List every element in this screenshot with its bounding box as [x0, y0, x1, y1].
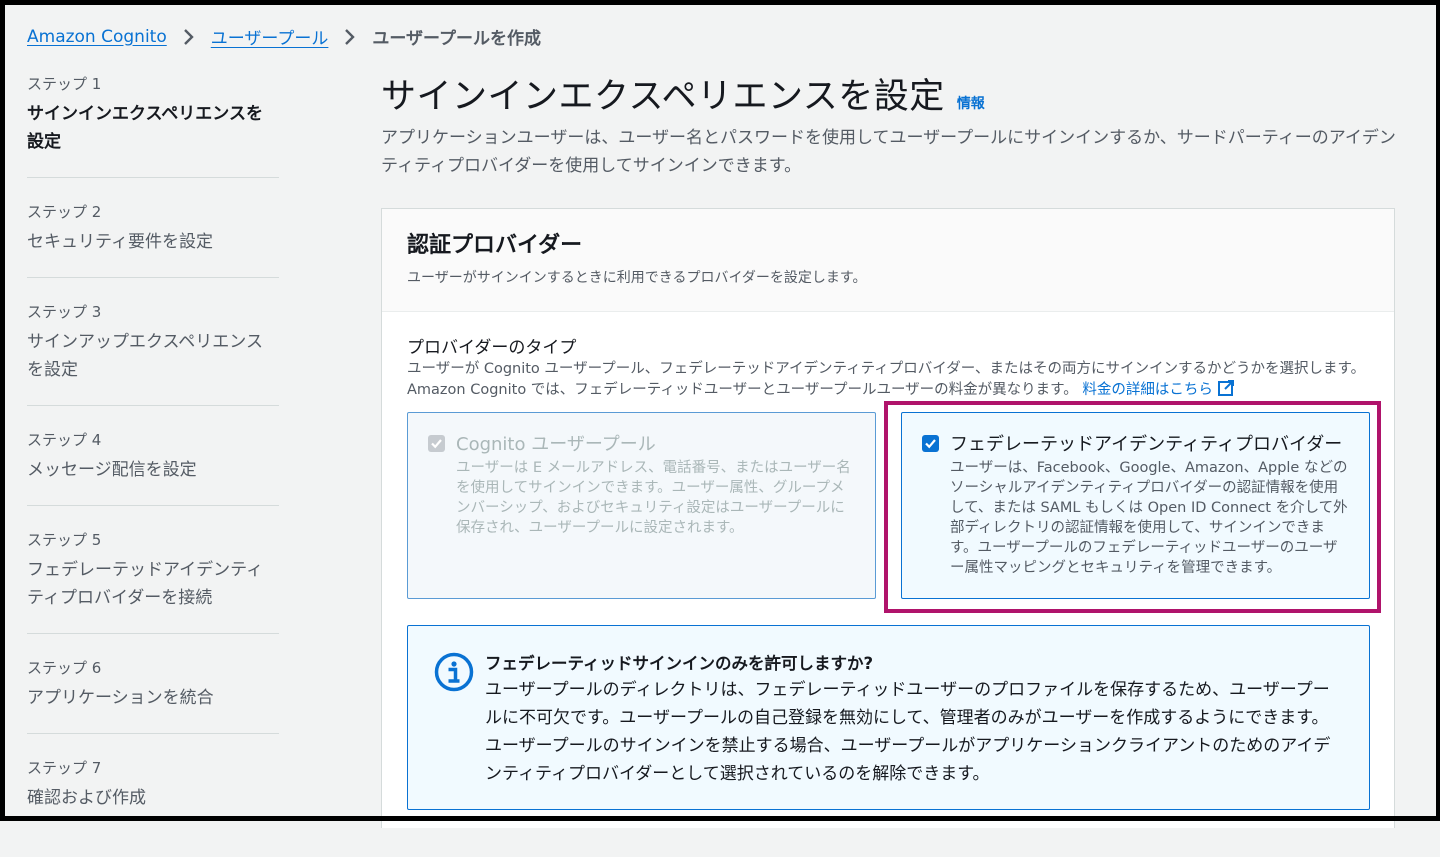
option-title: Cognito ユーザープール	[456, 434, 656, 455]
panel-description: ユーザーがサインインするときに利用できるプロバイダーを設定します。	[407, 270, 867, 286]
provider-type-label: プロバイダーのタイプ	[407, 338, 577, 358]
step-5[interactable]: ステップ 5 フェデレーテッドアイデンティティプロバイダーを接続	[27, 530, 279, 634]
step-number: ステップ 5	[27, 531, 102, 549]
step-number: ステップ 1	[27, 75, 102, 93]
step-6[interactable]: ステップ 6 アプリケーションを統合	[27, 658, 279, 734]
breadcrumb-link-cognito[interactable]: Amazon Cognito	[27, 27, 167, 47]
breadcrumb-current: ユーザープールを作成	[372, 29, 542, 49]
step-number: ステップ 4	[27, 431, 102, 449]
breadcrumb: Amazon Cognito ユーザープール ユーザープールを作成	[27, 24, 542, 50]
step-number: ステップ 3	[27, 303, 102, 321]
step-3[interactable]: ステップ 3 サインアップエクスペリエンスを設定	[27, 302, 279, 406]
pricing-link[interactable]: 料金の詳細はこちら	[1082, 380, 1235, 398]
step-7[interactable]: ステップ 7 確認および作成	[27, 758, 279, 833]
step-title: サインアップエクスペリエンスを設定	[27, 332, 263, 380]
step-4[interactable]: ステップ 4 メッセージ配信を設定	[27, 430, 279, 506]
step-1[interactable]: ステップ 1 サインインエクスペリエンスを設定	[27, 74, 279, 178]
info-alert: フェデレーティッドサインインのみを許可しますか? ユーザープールのディレクトリは…	[407, 625, 1370, 810]
step-number: ステップ 7	[27, 759, 102, 777]
page-description: アプリケーションユーザーは、ユーザー名とパスワードを使用してユーザープールにサイ…	[381, 128, 1396, 176]
step-number: ステップ 2	[27, 203, 102, 221]
pricing-link-label: 料金の詳細はこちら	[1082, 382, 1213, 398]
checkbox-cognito-user-pool	[428, 435, 445, 452]
info-icon	[434, 652, 474, 692]
wizard-steps: ステップ 1 サインインエクスペリエンスを設定 ステップ 2 セキュリティ要件を…	[27, 74, 279, 857]
breadcrumb-link-user-pools[interactable]: ユーザープール	[211, 24, 329, 49]
option-description: ユーザーは E メールアドレス、電話番号、またはユーザー名を使用してサインインで…	[456, 460, 851, 536]
panel-title: 認証プロバイダー	[407, 233, 583, 258]
step-title: セキュリティ要件を設定	[27, 232, 213, 252]
highlight-box	[884, 401, 1381, 613]
check-icon	[431, 439, 442, 449]
alert-title: フェデレーティッドサインインのみを許可しますか?	[485, 654, 874, 673]
step-title: 確認および作成	[27, 788, 146, 808]
info-link[interactable]: 情報	[957, 93, 985, 113]
alert-body: ユーザープールのディレクトリは、フェデレーティッドユーザーのプロファイルを保存す…	[485, 680, 1331, 784]
panel-header: 認証プロバイダー ユーザーがサインインするときに利用できるプロバイダーを設定しま…	[382, 209, 1394, 312]
page-title-row: サインインエクスペリエンスを設定 情報	[381, 74, 1396, 120]
chevron-right-icon	[183, 28, 194, 45]
step-number: ステップ 6	[27, 659, 102, 677]
option-cognito-user-pool: Cognito ユーザープール ユーザーは E メールアドレス、電話番号、または…	[407, 412, 876, 599]
step-title: フェデレーテッドアイデンティティプロバイダーを接続	[27, 560, 264, 608]
chevron-right-icon	[345, 28, 356, 45]
provider-type-description: ユーザーが Cognito ユーザープール、フェデレーテッドアイデンティティプロ…	[407, 359, 1372, 400]
step-title: サインインエクスペリエンスを設定	[27, 104, 263, 152]
step-2[interactable]: ステップ 2 セキュリティ要件を設定	[27, 202, 279, 278]
external-link-icon	[1217, 380, 1234, 396]
step-title: アプリケーションを統合	[27, 688, 214, 708]
page-header: サインインエクスペリエンスを設定 情報 アプリケーションユーザーは、ユーザー名と…	[381, 74, 1396, 180]
step-title: メッセージ配信を設定	[27, 460, 197, 480]
page-title: サインインエクスペリエンスを設定	[381, 77, 945, 117]
